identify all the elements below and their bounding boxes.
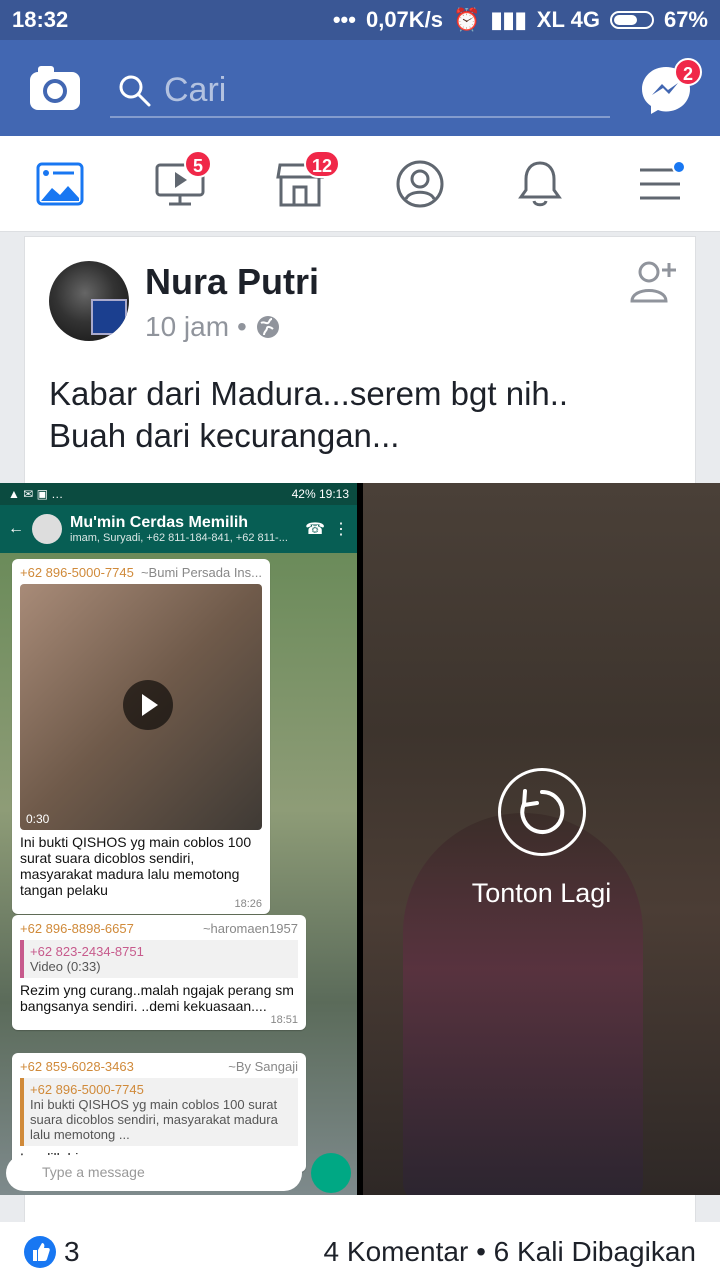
video-thumbnail: 0:30 bbox=[20, 584, 262, 830]
messenger-button[interactable]: 2 bbox=[640, 58, 702, 116]
signal-icon: ▮▮▮ bbox=[490, 7, 527, 32]
mic-icon bbox=[311, 1153, 351, 1193]
quote-text: Ini bukti QISHOS yg main coblos 100 sura… bbox=[30, 1097, 278, 1142]
msg-alias: ~Bumi Persada Ins... bbox=[140, 565, 262, 580]
tab-notifications[interactable] bbox=[510, 156, 570, 212]
video-frame bbox=[403, 813, 643, 1195]
battery-percent: 67% bbox=[663, 7, 708, 32]
post-author[interactable]: Nura Putri bbox=[145, 261, 319, 303]
menu-icon bbox=[640, 162, 684, 200]
msg-text: Rezim yng curang..malah ngajak perang sm… bbox=[20, 982, 294, 1014]
ps-status-right: 42% 19:13 bbox=[292, 487, 349, 501]
msg-alias: ~haromaen1957 bbox=[202, 921, 298, 936]
group-name: Mu'min Cerdas Memilih bbox=[70, 514, 249, 531]
msg-time: 18:26 bbox=[234, 898, 262, 910]
group-members: imam, Suryadi, +62 811-184-841, +62 811-… bbox=[70, 532, 288, 544]
msg-sender: +62 896-8898-6657 bbox=[20, 921, 134, 936]
meta-separator: • bbox=[237, 311, 247, 342]
comments-shares-count[interactable]: 4 Komentar • 6 Kali Dibagikan bbox=[324, 1236, 696, 1268]
tab-menu[interactable] bbox=[630, 156, 690, 212]
quote-sender: +62 896-5000-7745 bbox=[30, 1082, 144, 1097]
bell-icon bbox=[518, 161, 562, 207]
search-input[interactable] bbox=[164, 70, 584, 110]
tab-profile[interactable] bbox=[390, 156, 450, 212]
avatar-emblem bbox=[91, 299, 127, 335]
chat-message: +62 896-5000-7745 ~Bumi Persada Ins... 0:… bbox=[12, 559, 270, 914]
post-meta: 10 jam • bbox=[145, 311, 281, 343]
post-text-line: Buah dari kecurangan... bbox=[49, 417, 400, 454]
msg-alias: ~By Sangaji bbox=[228, 1059, 298, 1074]
alarm-icon: ⏰ bbox=[453, 7, 481, 32]
like-reaction-icon[interactable] bbox=[24, 1236, 56, 1268]
profile-icon bbox=[396, 160, 444, 208]
whatsapp-screenshot-image[interactable]: ▲ ✉ ▣ … 42% 19:13 ← Mu'min Cerdas Memili… bbox=[0, 483, 357, 1195]
ps-battery: 42% bbox=[291, 487, 316, 501]
status-bar: 18:32 ••• 0,07K/s ⏰ ▮▮▮ XL 4G 67% bbox=[0, 0, 720, 40]
msg-sender: +62 896-5000-7745 bbox=[20, 565, 134, 580]
tab-marketplace[interactable]: 12 bbox=[270, 150, 341, 212]
news-feed-icon bbox=[36, 162, 84, 206]
battery-icon bbox=[609, 11, 654, 29]
search-bar[interactable] bbox=[110, 66, 610, 118]
messenger-badge: 2 bbox=[674, 58, 702, 86]
quote-sender: +62 823-2434-8751 bbox=[30, 944, 144, 959]
ps-time: 19:13 bbox=[318, 487, 349, 501]
app-header: 2 bbox=[0, 40, 720, 136]
kebab-icon: ⋮ bbox=[333, 521, 349, 538]
video-player[interactable]: Tonton Lagi bbox=[363, 483, 720, 1195]
chat-message: +62 896-8898-6657 ~haromaen1957 +62 823-2… bbox=[12, 915, 306, 1030]
globe-icon bbox=[256, 316, 279, 338]
carrier-label: XL 4G bbox=[536, 7, 600, 32]
ps-message-input: Type a message bbox=[6, 1155, 302, 1191]
marketplace-badge: 12 bbox=[304, 150, 341, 178]
avatar[interactable] bbox=[49, 261, 129, 341]
network-speed: 0,07K/s bbox=[365, 7, 444, 32]
like-count[interactable]: 3 bbox=[64, 1236, 80, 1268]
add-friend-button[interactable] bbox=[629, 257, 679, 307]
watch-badge: 5 bbox=[184, 150, 212, 178]
ps-status-icons: ▲ ✉ ▣ … bbox=[8, 487, 64, 501]
back-arrow-icon: ← bbox=[8, 520, 24, 537]
msg-text: Ini bukti QISHOS yg main coblos 100 sura… bbox=[20, 834, 252, 898]
post-text-line: Kabar dari Madura...serem bgt nih.. bbox=[49, 375, 569, 412]
replay-button[interactable] bbox=[498, 768, 586, 856]
post-footer: 3 4 Komentar • 6 Kali Dibagikan bbox=[0, 1222, 720, 1280]
quoted-message: +62 823-2434-8751 Video (0:33) bbox=[20, 940, 298, 978]
camera-icon[interactable] bbox=[30, 64, 80, 110]
ps-chat-header: ← Mu'min Cerdas Memilih imam, Suryadi, +… bbox=[0, 505, 357, 553]
ps-chat-body: +62 896-5000-7745 ~Bumi Persada Ins... 0:… bbox=[0, 553, 357, 1195]
tab-bar: 5 12 bbox=[0, 136, 720, 232]
post-text: Kabar dari Madura...serem bgt nih.. Buah… bbox=[49, 373, 669, 457]
add-friend-icon bbox=[630, 261, 676, 303]
ps-status-bar: ▲ ✉ ▣ … 42% 19:13 bbox=[0, 483, 357, 505]
post-time[interactable]: 10 jam bbox=[145, 311, 229, 343]
tab-watch[interactable]: 5 bbox=[150, 150, 212, 212]
tab-news-feed[interactable] bbox=[30, 156, 90, 212]
more-dots-icon: ••• bbox=[332, 7, 356, 32]
status-time: 18:32 bbox=[12, 7, 69, 32]
msg-time: 18:51 bbox=[270, 1014, 298, 1026]
play-icon bbox=[123, 680, 173, 730]
replay-icon bbox=[520, 789, 565, 834]
quote-text: Video (0:33) bbox=[30, 959, 101, 974]
quoted-message: +62 896-5000-7745 Ini bukti QISHOS yg ma… bbox=[20, 1078, 298, 1146]
replay-label[interactable]: Tonton Lagi bbox=[363, 878, 720, 909]
post-media[interactable]: ▲ ✉ ▣ … 42% 19:13 ← Mu'min Cerdas Memili… bbox=[0, 483, 720, 1195]
call-icon: ☎ bbox=[305, 521, 325, 538]
group-avatar bbox=[32, 514, 62, 544]
search-icon bbox=[119, 75, 151, 107]
msg-sender: +62 859-6028-3463 bbox=[20, 1059, 134, 1074]
video-duration: 0:30 bbox=[26, 812, 50, 826]
